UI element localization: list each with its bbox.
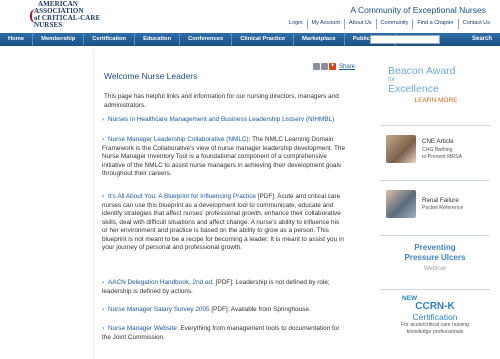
cne-article-subtitle: to Prevent MRSA [422,154,463,160]
resource-link[interactable]: AACN Delegation Handbook, 2nd ed. [108,279,214,286]
nav-certification[interactable]: Certification [84,33,136,46]
my-account-link[interactable]: My Account [306,19,344,29]
find-chapter-link[interactable]: Find a Chapter [412,19,457,29]
beacon-award-promo[interactable]: Beacon Award for Excellence LEARN MORE [388,66,484,104]
email-icon[interactable] [313,63,320,70]
webinar-line: Preventing [414,243,456,252]
intro-text: This page has helpful links and informat… [104,93,339,109]
nav-marketplace[interactable]: Marketplace [294,33,345,46]
pressure-ulcers-webinar-promo[interactable]: Preventing Pressure Ulcers Webinar [380,243,490,272]
search-input[interactable] [370,35,440,44]
renal-failure-thumbnail[interactable] [386,190,416,218]
renal-failure-title[interactable]: Renal Failure [422,197,459,204]
nav-clinical-practice[interactable]: Clinical Practice [232,33,295,46]
resource-item: › Nurse Manager Website: Everything from … [102,325,346,342]
ccrn-k-title: CCRN-K [415,301,455,312]
resource-item: › It's All About You: A Blueprint for Inf… [102,193,346,253]
utility-nav: Login My Account About Us Community Find… [285,19,494,29]
logo-line: NURSES [34,21,63,29]
nav-membership[interactable]: Membership [33,33,85,46]
share-plus-icon[interactable]: + [329,63,336,70]
about-us-link[interactable]: About Us [343,19,376,29]
nav-home[interactable]: Home [0,33,34,46]
resource-link[interactable]: Nurses in Healthcare Management and Busi… [108,116,334,123]
community-link[interactable]: Community [375,19,413,29]
resource-description: [PDF]: Acute and critical care nurses ca… [102,193,344,251]
share-link[interactable]: Share [339,64,355,70]
beacon-line: Beacon Award [388,65,456,77]
contact-us-link[interactable]: Contact Us [457,19,494,29]
cne-article-subtitle: CHG Bathing [422,147,453,153]
column-divider [93,50,94,359]
sidebar-divider [380,235,490,236]
resource-item: › AACN Delegation Handbook, 2nd ed. [PDF]… [102,279,346,296]
ccrn-k-promo[interactable]: NEW CCRN-K Certification For acute/criti… [380,295,490,335]
resource-link[interactable]: Nurse Manager Salary Survey 2005 [108,306,210,313]
cne-article-title[interactable]: CNE Article [422,138,454,145]
cne-article-thumbnail[interactable] [386,135,416,163]
sidebar-divider [380,180,490,181]
logo-swoosh-icon [30,9,36,23]
resource-item: › Nurse Manager Salary Survey 2005 [PDF]:… [102,306,346,315]
ccrn-k-description: knowledge professionals [406,328,464,335]
resource-item: › Nurse Manager Leadership Collaborative … [102,136,346,179]
sidebar-divider [380,289,490,290]
webinar-line: Pressure Ulcers [404,253,466,262]
nav-education[interactable]: Education [135,33,181,46]
certification-label: Certification [412,312,458,322]
site-header: AMERICAN ASSOCIATION of CRITICAL-CARE NU… [0,0,500,32]
page-tools: + Share [313,63,355,70]
print-icon[interactable] [321,63,328,70]
resource-item: › Nurses in Healthcare Management and Bus… [102,116,346,125]
webinar-label: Webinar [423,266,447,272]
renal-failure-subtitle: Pocket Reference [422,205,464,211]
resource-link[interactable]: Nurse Manager Leadership Collaborative (… [108,136,250,143]
main-nav: Home Membership Certification Education … [0,33,500,46]
search-button[interactable]: Search [472,33,492,46]
page-title: Welcome Nurse Leaders [104,71,198,81]
site-tagline: A Community of Exceptional Nurses [350,5,486,15]
nav-conferences[interactable]: Conferences [180,33,233,46]
learn-more-link[interactable]: LEARN MORE [388,97,484,104]
beacon-line: Excellence [388,83,439,95]
resource-link[interactable]: Nurse Manager Website: [108,325,179,332]
resource-description: [PDF]: Available from Springhouse. [209,306,311,313]
sidebar-divider [380,125,490,126]
aacn-logo[interactable]: AMERICAN ASSOCIATION of CRITICAL-CARE NU… [30,1,110,29]
resource-link[interactable]: It's All About You: A Blueprint for Infl… [108,193,256,200]
login-link[interactable]: Login [285,19,306,29]
